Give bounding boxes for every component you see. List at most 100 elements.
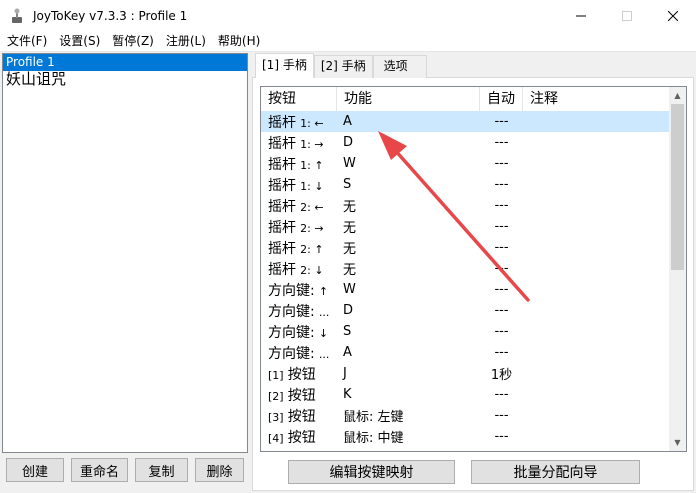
copy-profile-button[interactable]: 复制 [135,458,188,482]
table-row[interactable]: [3] 按钮 鼠标: 左键 --- [261,405,669,426]
cell-function: S [343,177,352,192]
rename-profile-button[interactable]: 重命名 [71,458,128,482]
cell-function: A [343,114,352,129]
menu-file[interactable]: 文件(F) [0,31,52,51]
column-header-button[interactable]: 按钮 [261,87,337,111]
batch-assign-wizard-button[interactable]: 批量分配向导 [471,460,640,484]
profile-item[interactable]: Profile 1 [3,54,247,71]
list-header: 按钮 功能 自动 注释 [261,87,669,111]
table-row[interactable]: 方向键: ... A --- [261,342,669,363]
table-row[interactable]: 摇杆 2: → 无 --- [261,216,669,237]
cell-auto: --- [494,156,509,171]
cell-button-direction: 2: ← [300,200,324,214]
tab-options[interactable]: 选项 [372,55,427,78]
delete-profile-button[interactable]: 删除 [195,458,244,482]
cell-function: W [343,156,356,171]
cell-button-name: 方向键: [268,303,315,320]
profile-list[interactable]: Profile 1 妖山诅咒 [2,53,248,453]
cell-button-direction: ↓ [318,326,329,340]
cell-button-name: 方向键: [268,345,315,362]
cell-button: 摇杆 1: ↓ [261,175,337,195]
cell-button-name: 摇杆 [268,114,296,131]
cell-button: 摇杆 2: ↑ [261,238,337,258]
menu-register[interactable]: 注册(L) [159,31,211,51]
cell-button-direction: 2: ↓ [300,263,324,277]
cell-button-direction: 1: ↑ [300,158,324,172]
cell-button: [1] 按钮 [261,364,337,384]
cell-button-direction: 1: ← [300,116,324,130]
cell-button-name: 摇杆 [268,219,296,236]
menu-settings[interactable]: 设置(S) [52,31,105,51]
cell-auto: --- [494,198,509,213]
tab-strip: [1] 手柄 [2] 手柄 选项 [255,53,427,78]
menu-pause[interactable]: 暂停(Z) [105,31,159,51]
maximize-icon [622,10,632,21]
cell-button-name: 摇杆 [268,198,296,215]
table-row[interactable]: 摇杆 2: ← 无 --- [261,195,669,216]
cell-function: J [343,366,347,381]
cell-function: K [343,387,352,402]
cell-button: [2] 按钮 [261,385,337,405]
table-row[interactable]: 方向键: ... D --- [261,300,669,321]
edit-mapping-button[interactable]: 编辑按键映射 [288,460,455,484]
column-header-function[interactable]: 功能 [337,87,480,111]
cell-auto: --- [494,282,509,297]
tab-joystick-2[interactable]: [2] 手柄 [313,55,373,78]
cell-button: 方向键: ... [261,343,337,363]
cell-button-index: [3] [268,410,284,424]
table-row[interactable]: [1] 按钮 J 1秒 [261,363,669,384]
cell-button: 方向键: ↑ [261,280,337,300]
column-header-note[interactable]: 注释 [523,87,669,111]
cell-auto: --- [494,408,509,423]
table-row[interactable]: 摇杆 2: ↓ 无 --- [261,258,669,279]
close-button[interactable] [650,0,696,31]
cell-button: 摇杆 2: ← [261,196,337,216]
table-row[interactable]: 摇杆 1: → D --- [261,132,669,153]
cell-button-direction: 1: ↓ [300,179,324,193]
vertical-scrollbar[interactable]: ▲ ▼ [669,87,686,451]
cell-function: S [343,324,352,339]
maximize-button[interactable] [604,0,650,31]
profile-item[interactable]: 妖山诅咒 [3,71,247,88]
cell-function: 无 [343,200,357,215]
cell-button-direction: 2: → [300,221,324,235]
cell-auto: --- [494,345,509,360]
table-row[interactable]: 摇杆 1: ↓ S --- [261,174,669,195]
cell-function: 无 [343,242,357,257]
cell-button-name: 摇杆 [268,240,296,257]
cell-button-name: 摇杆 [268,177,296,194]
cell-button: [4] 按钮 [261,427,337,447]
table-row[interactable]: [2] 按钮 K --- [261,384,669,405]
menu-help[interactable]: 帮助(H) [211,31,265,51]
cell-auto: --- [494,429,509,444]
scroll-down-icon[interactable]: ▼ [669,434,686,451]
tab-joystick-1[interactable]: [1] 手柄 [255,53,314,78]
cell-button-name: 按钮 [287,429,316,446]
scroll-up-icon[interactable]: ▲ [669,87,686,104]
cell-button: 摇杆 2: → [261,217,337,237]
cell-button: [3] 按钮 [261,406,337,426]
title-bar: JoyToKey v7.3.3 : Profile 1 [0,0,696,31]
cell-auto: --- [494,177,509,192]
column-header-auto[interactable]: 自动 [480,87,523,111]
table-row[interactable]: 摇杆 2: ↑ 无 --- [261,237,669,258]
cell-button-name: 方向键: [268,324,315,341]
cell-auto: --- [494,219,509,234]
minimize-button[interactable] [558,0,604,31]
table-row[interactable]: 摇杆 1: ← A --- [261,111,669,132]
cell-button-name: 摇杆 [268,261,296,278]
table-row[interactable]: 方向键: ↓ S --- [261,321,669,342]
cell-function: 无 [343,221,357,236]
cell-button-name: 摇杆 [268,135,296,152]
button-mapping-list[interactable]: 按钮 功能 自动 注释 摇杆 1: ← A --- 摇杆 1: → D --- 摇杆 1: … [260,86,687,452]
cell-button: 方向键: ↓ [261,322,337,342]
create-profile-button[interactable]: 创建 [6,458,64,482]
scroll-thumb[interactable] [671,104,684,270]
close-icon [668,10,678,21]
table-row[interactable]: 方向键: ↑ W --- [261,279,669,300]
table-row[interactable]: 摇杆 1: ↑ W --- [261,153,669,174]
cell-button: 摇杆 2: ↓ [261,259,337,279]
cell-function: 鼠标: 左键 [343,410,404,425]
table-row[interactable]: [4] 按钮 鼠标: 中键 --- [261,426,669,447]
cell-function: A [343,345,352,360]
